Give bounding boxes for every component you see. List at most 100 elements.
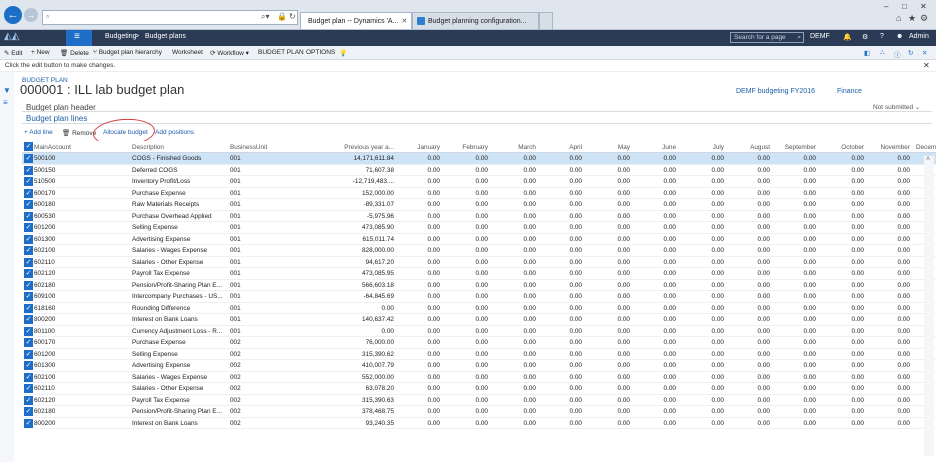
minimize-icon[interactable]: – (884, 2, 888, 11)
company-selector[interactable]: DEMF (810, 33, 830, 40)
table-row[interactable]: ✓ 602180 Pension/Profit-Sharing Plan E... 0… (22, 406, 936, 418)
table-row[interactable]: ✓ 609100 Intercompany Purchases - US... 001… (22, 291, 936, 303)
refresh-icon[interactable]: ↻ (908, 49, 913, 57)
table-row[interactable]: ✓ 800200 Interest on Bank Loans 002 93,240.3… (22, 418, 936, 429)
column-header[interactable]: November (868, 144, 910, 151)
add-line-button[interactable]: + Add line (24, 129, 53, 136)
info-icon[interactable]: ⓘ (894, 49, 901, 59)
column-header[interactable]: BusinessUnit (230, 144, 310, 151)
table-row[interactable]: ✓ 602110 Salaries - Other Expense 001 94,617… (22, 257, 936, 268)
row-checkbox[interactable]: ✓ (24, 315, 33, 324)
column-header[interactable]: Description (132, 144, 227, 151)
back-icon[interactable]: ← (4, 6, 22, 24)
user-name[interactable]: Admin (909, 33, 929, 40)
row-checkbox[interactable]: ✓ (24, 165, 33, 175)
row-checkbox[interactable]: ✓ (24, 246, 33, 255)
forward-icon[interactable]: → (24, 8, 38, 22)
budget-plan-hierarchy-button[interactable]: ⑂ Budget plan hierarchy (93, 49, 162, 56)
row-checkbox[interactable]: ✓ (24, 407, 33, 416)
close-window-icon[interactable]: ✕ (920, 2, 927, 11)
row-checkbox[interactable]: ✓ (24, 303, 33, 313)
row-checkbox[interactable]: ✓ (24, 188, 33, 198)
table-row[interactable]: ✓ 600170 Purchase Expense 001 152,000.00 0.00… (22, 188, 936, 199)
grid-scrollbar[interactable]: ˄ (924, 156, 934, 456)
close-message-icon[interactable]: ✕ (923, 61, 930, 70)
column-header[interactable]: February (446, 144, 488, 151)
table-row[interactable]: ✓ 600170 Purchase Expense 002 76,000.00 0.00 0… (22, 337, 936, 349)
column-header[interactable]: MainAccount (34, 144, 124, 151)
close-icon[interactable]: ✕ (922, 49, 927, 57)
row-checkbox[interactable]: ✓ (24, 292, 33, 301)
refresh-icon[interactable]: ↻ (289, 12, 296, 21)
row-checkbox[interactable]: ✓ (24, 395, 33, 405)
remove-button[interactable]: 🗑 Remove (62, 129, 96, 137)
list-icon[interactable]: ≡ (3, 98, 8, 107)
column-header[interactable]: July (680, 144, 724, 151)
table-row[interactable]: ✓ 800200 Interest on Bank Loans 001 140,637.… (22, 314, 936, 326)
table-row[interactable]: ✓ 601300 Advertising Expense 001 615,011.74 0… (22, 234, 936, 245)
settings-icon[interactable]: ⚙ (920, 13, 928, 24)
settings-icon[interactable]: ⚙ (862, 33, 868, 41)
search-lightbulb-icon[interactable]: 💡 (339, 49, 347, 57)
table-row[interactable]: ✓ 602120 Payroll Tax Expense 001 473,085.95 0… (22, 268, 936, 280)
budget-plan-tab[interactable]: BUDGET PLAN (258, 49, 304, 56)
row-checkbox[interactable]: ✓ (24, 280, 33, 290)
delete-button[interactable]: 🗑 Delete (60, 49, 89, 57)
add-positions-button[interactable]: Add positions (155, 129, 194, 136)
maximize-icon[interactable]: □ (902, 2, 907, 11)
row-checkbox[interactable]: ✓ (24, 257, 33, 267)
table-row[interactable]: ✓ 500100 COGS - Finished Goods 001 14,171,61… (22, 153, 936, 165)
column-header[interactable]: April (540, 144, 582, 151)
department-link[interactable]: Finance (837, 88, 862, 95)
column-header[interactable]: June (634, 144, 676, 151)
table-row[interactable]: ✓ 600180 Raw Materials Receipts 001 -89,331.… (22, 199, 936, 211)
search-icon[interactable]: ⌕ (797, 33, 801, 43)
row-checkbox[interactable]: ✓ (24, 418, 33, 428)
table-row[interactable]: ✓ 602120 Payroll Tax Expense 002 315,390.63 0… (22, 395, 936, 406)
row-checkbox[interactable]: ✓ (24, 177, 33, 186)
table-row[interactable]: ✓ 602110 Salaries - Other Expense 002 63,078… (22, 383, 936, 395)
column-header[interactable]: March (492, 144, 536, 151)
select-all-checkbox[interactable]: ✓ (24, 142, 33, 151)
home-icon[interactable]: ⌂ (896, 13, 901, 23)
budget-plan-lines-section[interactable]: Budget plan lines (26, 114, 87, 123)
table-row[interactable]: ✓ 602100 Salaries - Wages Expense 002 552,00… (22, 372, 936, 383)
new-button[interactable]: + New (31, 49, 50, 56)
edit-button[interactable]: ✎ Edit (4, 49, 22, 57)
page-search-input[interactable]: Search for a page ⌕ (730, 32, 804, 43)
table-row[interactable]: ✓ 801100 Currency Adjustment Loss - R... 00… (22, 326, 936, 337)
workflow-button[interactable]: ⟳ Workflow ▾ (210, 49, 249, 57)
row-checkbox[interactable]: ✓ (24, 234, 33, 244)
module-name[interactable]: Budgeting (105, 33, 137, 40)
dynamics-logo-icon[interactable]: ◭◭ (4, 31, 19, 42)
browser-tab-configuration[interactable]: Budget planning configuration... (412, 12, 539, 29)
table-row[interactable]: ✓ 618160 Rounding Difference 001 0.00 0.00 0.0… (22, 303, 936, 314)
table-row[interactable]: ✓ 601300 Advertising Expense 002 410,007.79 0… (22, 360, 936, 372)
row-checkbox[interactable]: ✓ (24, 349, 33, 359)
row-checkbox[interactable]: ✓ (24, 154, 33, 163)
column-header[interactable]: May (586, 144, 630, 151)
table-row[interactable]: ✓ 602100 Salaries - Wages Expense 001 828,00… (22, 245, 936, 257)
table-row[interactable]: ✓ 500150 Deferred COGS 001 71,607.38 0.00 0.00… (22, 165, 936, 176)
row-checkbox[interactable]: ✓ (24, 384, 33, 393)
page-name[interactable]: Budget plans (145, 33, 186, 40)
table-row[interactable]: ✓ 510500 Inventory Profit/Loss 001 -12,719,4… (22, 176, 936, 188)
office-icon[interactable]: ◧ (864, 49, 870, 57)
row-checkbox[interactable]: ✓ (24, 200, 33, 209)
column-header[interactable]: September (774, 144, 816, 151)
row-checkbox[interactable]: ✓ (24, 372, 33, 382)
chevron-down-icon[interactable]: ⌄ (915, 104, 920, 111)
favorites-icon[interactable]: ★ (908, 13, 916, 24)
column-header[interactable]: January (398, 144, 440, 151)
scroll-up-icon[interactable]: ˄ (926, 156, 930, 163)
worksheet-button[interactable]: Worksheet (172, 49, 203, 56)
row-checkbox[interactable]: ✓ (24, 211, 33, 221)
new-tab-button[interactable] (539, 12, 553, 29)
browser-tab-budget-plan[interactable]: Budget plan -- Dynamics 'A... ✕ (300, 12, 412, 29)
attach-icon[interactable]: ⛬ (880, 49, 885, 57)
row-checkbox[interactable]: ✓ (24, 361, 33, 370)
column-header[interactable]: October (820, 144, 864, 151)
user-avatar-icon[interactable]: ☻ (896, 33, 903, 40)
menu-button[interactable]: ≡ (66, 30, 92, 46)
budget-cycle-link[interactable]: DEMF budgeting FY2016 (736, 88, 815, 95)
